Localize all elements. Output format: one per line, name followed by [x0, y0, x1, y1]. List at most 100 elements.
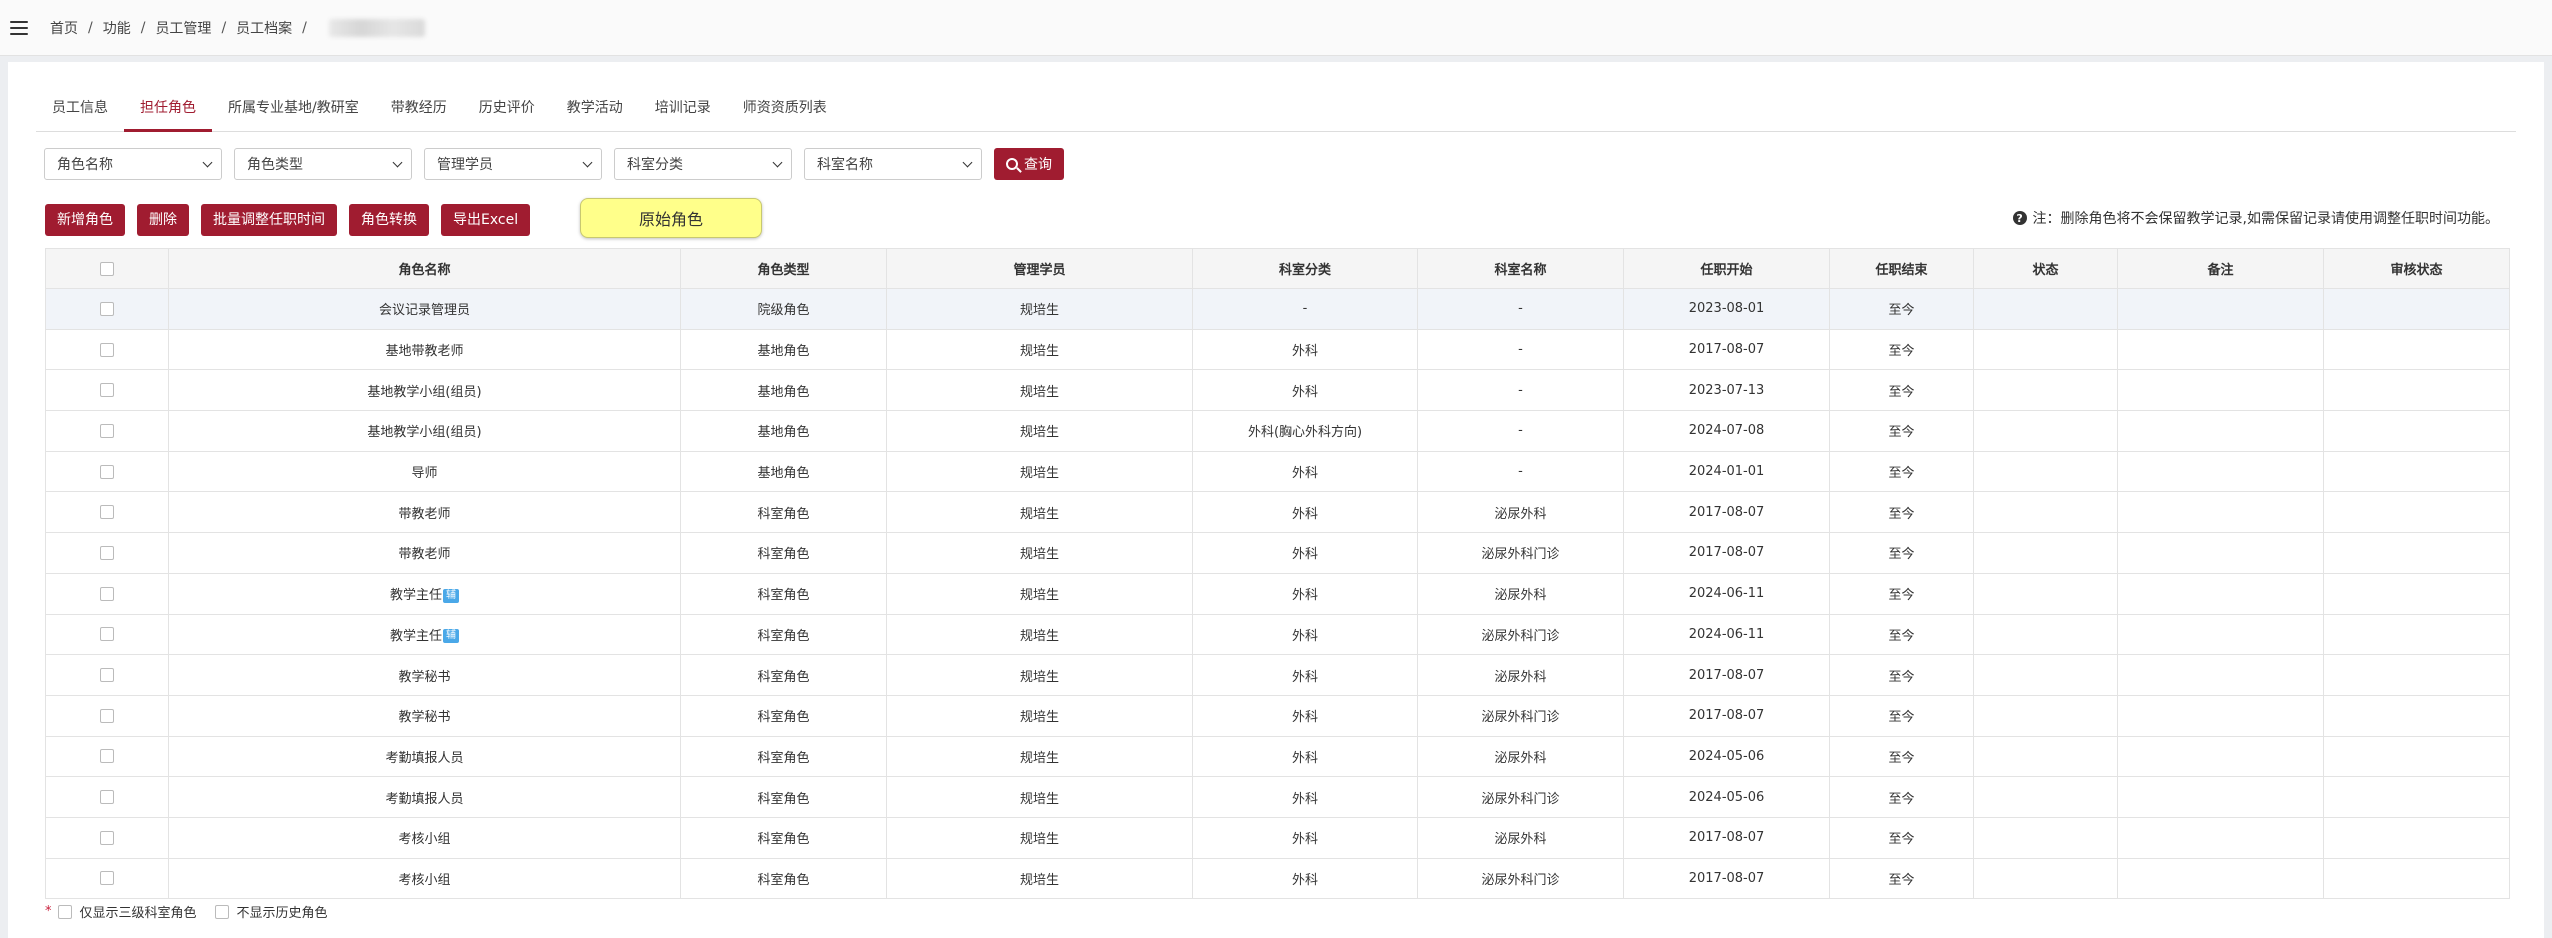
- table-row[interactable]: 考勤填报人员科室角色规培生外科泌尿外科门诊2024-05-06至今调整任职时间: [45, 776, 2511, 818]
- cell-end-date: 至今: [1829, 694, 1975, 737]
- row-checkbox[interactable]: [100, 545, 114, 560]
- row-select-cell: [45, 776, 169, 818]
- hide-history-label: 不显示历史角色: [236, 906, 328, 921]
- table-row[interactable]: 会议记录管理员院级角色规培生--2023-08-01至今调整任职时间: [45, 288, 2511, 330]
- dept-category-select[interactable]: 科室分类: [614, 148, 792, 180]
- role-type-select-value: 角色类型: [247, 157, 303, 173]
- cell-manage-student: 规培生: [886, 613, 1194, 656]
- cell-role-name: 会议记录管理员: [167, 288, 682, 330]
- table-header-row: 角色名称角色类型管理学员科室分类科室名称任职开始任职结束状态备注审核状态操作: [45, 248, 2511, 289]
- cell-start-date: 2017-08-07: [1623, 491, 1831, 534]
- table-row[interactable]: 考勤填报人员科室角色规培生外科泌尿外科2024-05-06至今调整任职时间: [45, 735, 2511, 778]
- manage-student-select-value: 管理学员: [437, 157, 493, 173]
- only-level3-option[interactable]: 仅显示三级科室角色: [57, 902, 197, 921]
- row-checkbox[interactable]: [100, 871, 114, 886]
- row-checkbox[interactable]: [100, 464, 114, 479]
- row-checkbox[interactable]: [100, 423, 114, 438]
- cell-remark: [2117, 288, 2325, 330]
- tab-6[interactable]: 培训记录: [639, 86, 727, 132]
- menu-icon[interactable]: [10, 20, 28, 35]
- cell-manage-student: 规培生: [886, 491, 1194, 534]
- cell-end-date: 至今: [1829, 572, 1975, 615]
- row-select-cell: [45, 532, 169, 574]
- row-select-cell: [45, 288, 169, 330]
- role-name-text: 教学秘书: [398, 710, 451, 726]
- tab-3[interactable]: 带教经历: [375, 86, 463, 132]
- role-type-select[interactable]: 角色类型: [234, 148, 412, 180]
- tab-4[interactable]: 历史评价: [463, 86, 551, 132]
- cell-remark: [2117, 816, 2325, 859]
- cell-dept-category: 外科: [1192, 816, 1419, 859]
- table-row[interactable]: 导师基地角色规培生外科-2024-01-01至今调整任职时间: [45, 450, 2511, 493]
- breadcrumb: 首页 / 功能 / 员工管理 / 员工档案 /: [50, 18, 425, 38]
- cell-audit-status: [2323, 572, 2511, 615]
- role-name-text: 考勤填报人员: [385, 791, 464, 807]
- row-checkbox[interactable]: [100, 586, 114, 601]
- cell-status: [1973, 410, 2119, 452]
- breadcrumb-function[interactable]: 功能: [103, 18, 131, 38]
- cell-role-name: 导师: [167, 450, 682, 493]
- hide-history-option[interactable]: 不显示历史角色: [214, 902, 328, 921]
- convert-role-button[interactable]: 角色转换: [349, 204, 429, 236]
- row-checkbox[interactable]: [100, 342, 114, 357]
- cell-dept-category: -: [1192, 288, 1419, 330]
- hide-history-checkbox[interactable]: [214, 904, 229, 919]
- row-checkbox[interactable]: [100, 301, 114, 316]
- query-button[interactable]: 查询: [994, 148, 1064, 180]
- row-checkbox[interactable]: [100, 830, 114, 845]
- export-excel-button[interactable]: 导出Excel: [441, 204, 531, 236]
- batch-adjust-time-button[interactable]: 批量调整任职时间: [201, 204, 337, 236]
- table-row[interactable]: 基地带教老师基地角色规培生外科-2017-08-07至今调整任职时间: [45, 328, 2511, 371]
- row-checkbox[interactable]: [100, 708, 114, 723]
- table-row[interactable]: 基地教学小组(组员)基地角色规培生外科-2023-07-13至今调整任职时间: [45, 369, 2511, 412]
- cell-role-type: 科室角色: [680, 816, 888, 859]
- select-all-checkbox[interactable]: [100, 261, 114, 276]
- breadcrumb-home[interactable]: 首页: [50, 18, 78, 38]
- filter-bar: 角色名称 角色类型 管理学员 科室分类 科室名称 查询: [44, 148, 1064, 180]
- chevron-down-icon: [582, 157, 593, 167]
- dept-name-select[interactable]: 科室名称: [804, 148, 982, 180]
- role-name-text: 考核小组: [398, 832, 451, 848]
- cell-end-date: 至今: [1829, 857, 1975, 900]
- row-checkbox[interactable]: [100, 627, 114, 642]
- table-row[interactable]: 教学主任辅科室角色规培生外科泌尿外科2024-06-11至今调整任职时间: [45, 572, 2511, 615]
- row-checkbox[interactable]: [100, 668, 114, 683]
- original-role-tooltip: 原始角色: [580, 198, 762, 238]
- table-row[interactable]: 基地教学小组(组员) 基地角色 规培生 外科(胸心外科方向) -2024-07-08 至今…: [45, 410, 2511, 452]
- cell-manage-student: 规培生: [886, 369, 1194, 412]
- table-row[interactable]: 教学秘书科室角色规培生外科泌尿外科2017-08-07至今调整任职时间: [45, 654, 2511, 696]
- row-checkbox[interactable]: [100, 790, 114, 805]
- tab-5[interactable]: 教学活动: [551, 86, 639, 132]
- table-row[interactable]: 考核小组科室角色规培生外科泌尿外科2017-08-07至今调整任职时间: [45, 816, 2511, 859]
- cell-audit-status: [2323, 491, 2511, 534]
- cell-end-date: 至今: [1829, 288, 1975, 330]
- cell-role-name: 基地教学小组(组员): [167, 410, 682, 452]
- cell-dept-name: -: [1417, 410, 1625, 452]
- tab-1[interactable]: 担任角色: [124, 86, 212, 132]
- table-row[interactable]: 带教老师科室角色规培生外科泌尿外科2017-08-07至今调整任职时间: [45, 491, 2511, 534]
- cell-role-type: 科室角色: [680, 857, 888, 900]
- cell-remark: [2117, 491, 2325, 534]
- delete-button[interactable]: 删除: [137, 204, 189, 236]
- row-checkbox[interactable]: [100, 749, 114, 764]
- breadcrumb-staff-management[interactable]: 员工管理: [155, 18, 211, 38]
- table-row[interactable]: 考核小组科室角色规培生外科泌尿外科门诊2017-08-07至今调整任职时间: [45, 857, 2511, 900]
- row-checkbox[interactable]: [100, 383, 114, 398]
- only-level3-checkbox[interactable]: [57, 904, 72, 919]
- manage-student-select[interactable]: 管理学员: [424, 148, 602, 180]
- role-name-select[interactable]: 角色名称: [44, 148, 222, 180]
- row-checkbox[interactable]: [100, 505, 114, 520]
- chevron-down-icon: [962, 157, 973, 167]
- breadcrumb-staff-archive[interactable]: 员工档案: [236, 18, 292, 38]
- table-row[interactable]: 带教老师科室角色规培生外科泌尿外科门诊2017-08-07至今调整任职时间: [45, 532, 2511, 574]
- tab-2[interactable]: 所属专业基地/教研室: [212, 86, 375, 132]
- tab-0[interactable]: 员工信息: [36, 86, 124, 132]
- tab-7[interactable]: 师资资质列表: [727, 86, 843, 132]
- cell-remark: [2117, 776, 2325, 818]
- table-row[interactable]: 教学秘书科室角色规培生外科泌尿外科门诊2017-08-07至今调整任职时间: [45, 694, 2511, 737]
- table-row[interactable]: 教学主任辅科室角色规培生外科泌尿外科门诊2024-06-11至今调整任职时间: [45, 613, 2511, 656]
- add-role-button[interactable]: 新增角色: [45, 204, 125, 236]
- cell-dept-name: 泌尿外科门诊: [1417, 694, 1625, 737]
- role-name-text: 教学主任: [390, 588, 443, 604]
- role-name-text: 考核小组: [398, 872, 451, 888]
